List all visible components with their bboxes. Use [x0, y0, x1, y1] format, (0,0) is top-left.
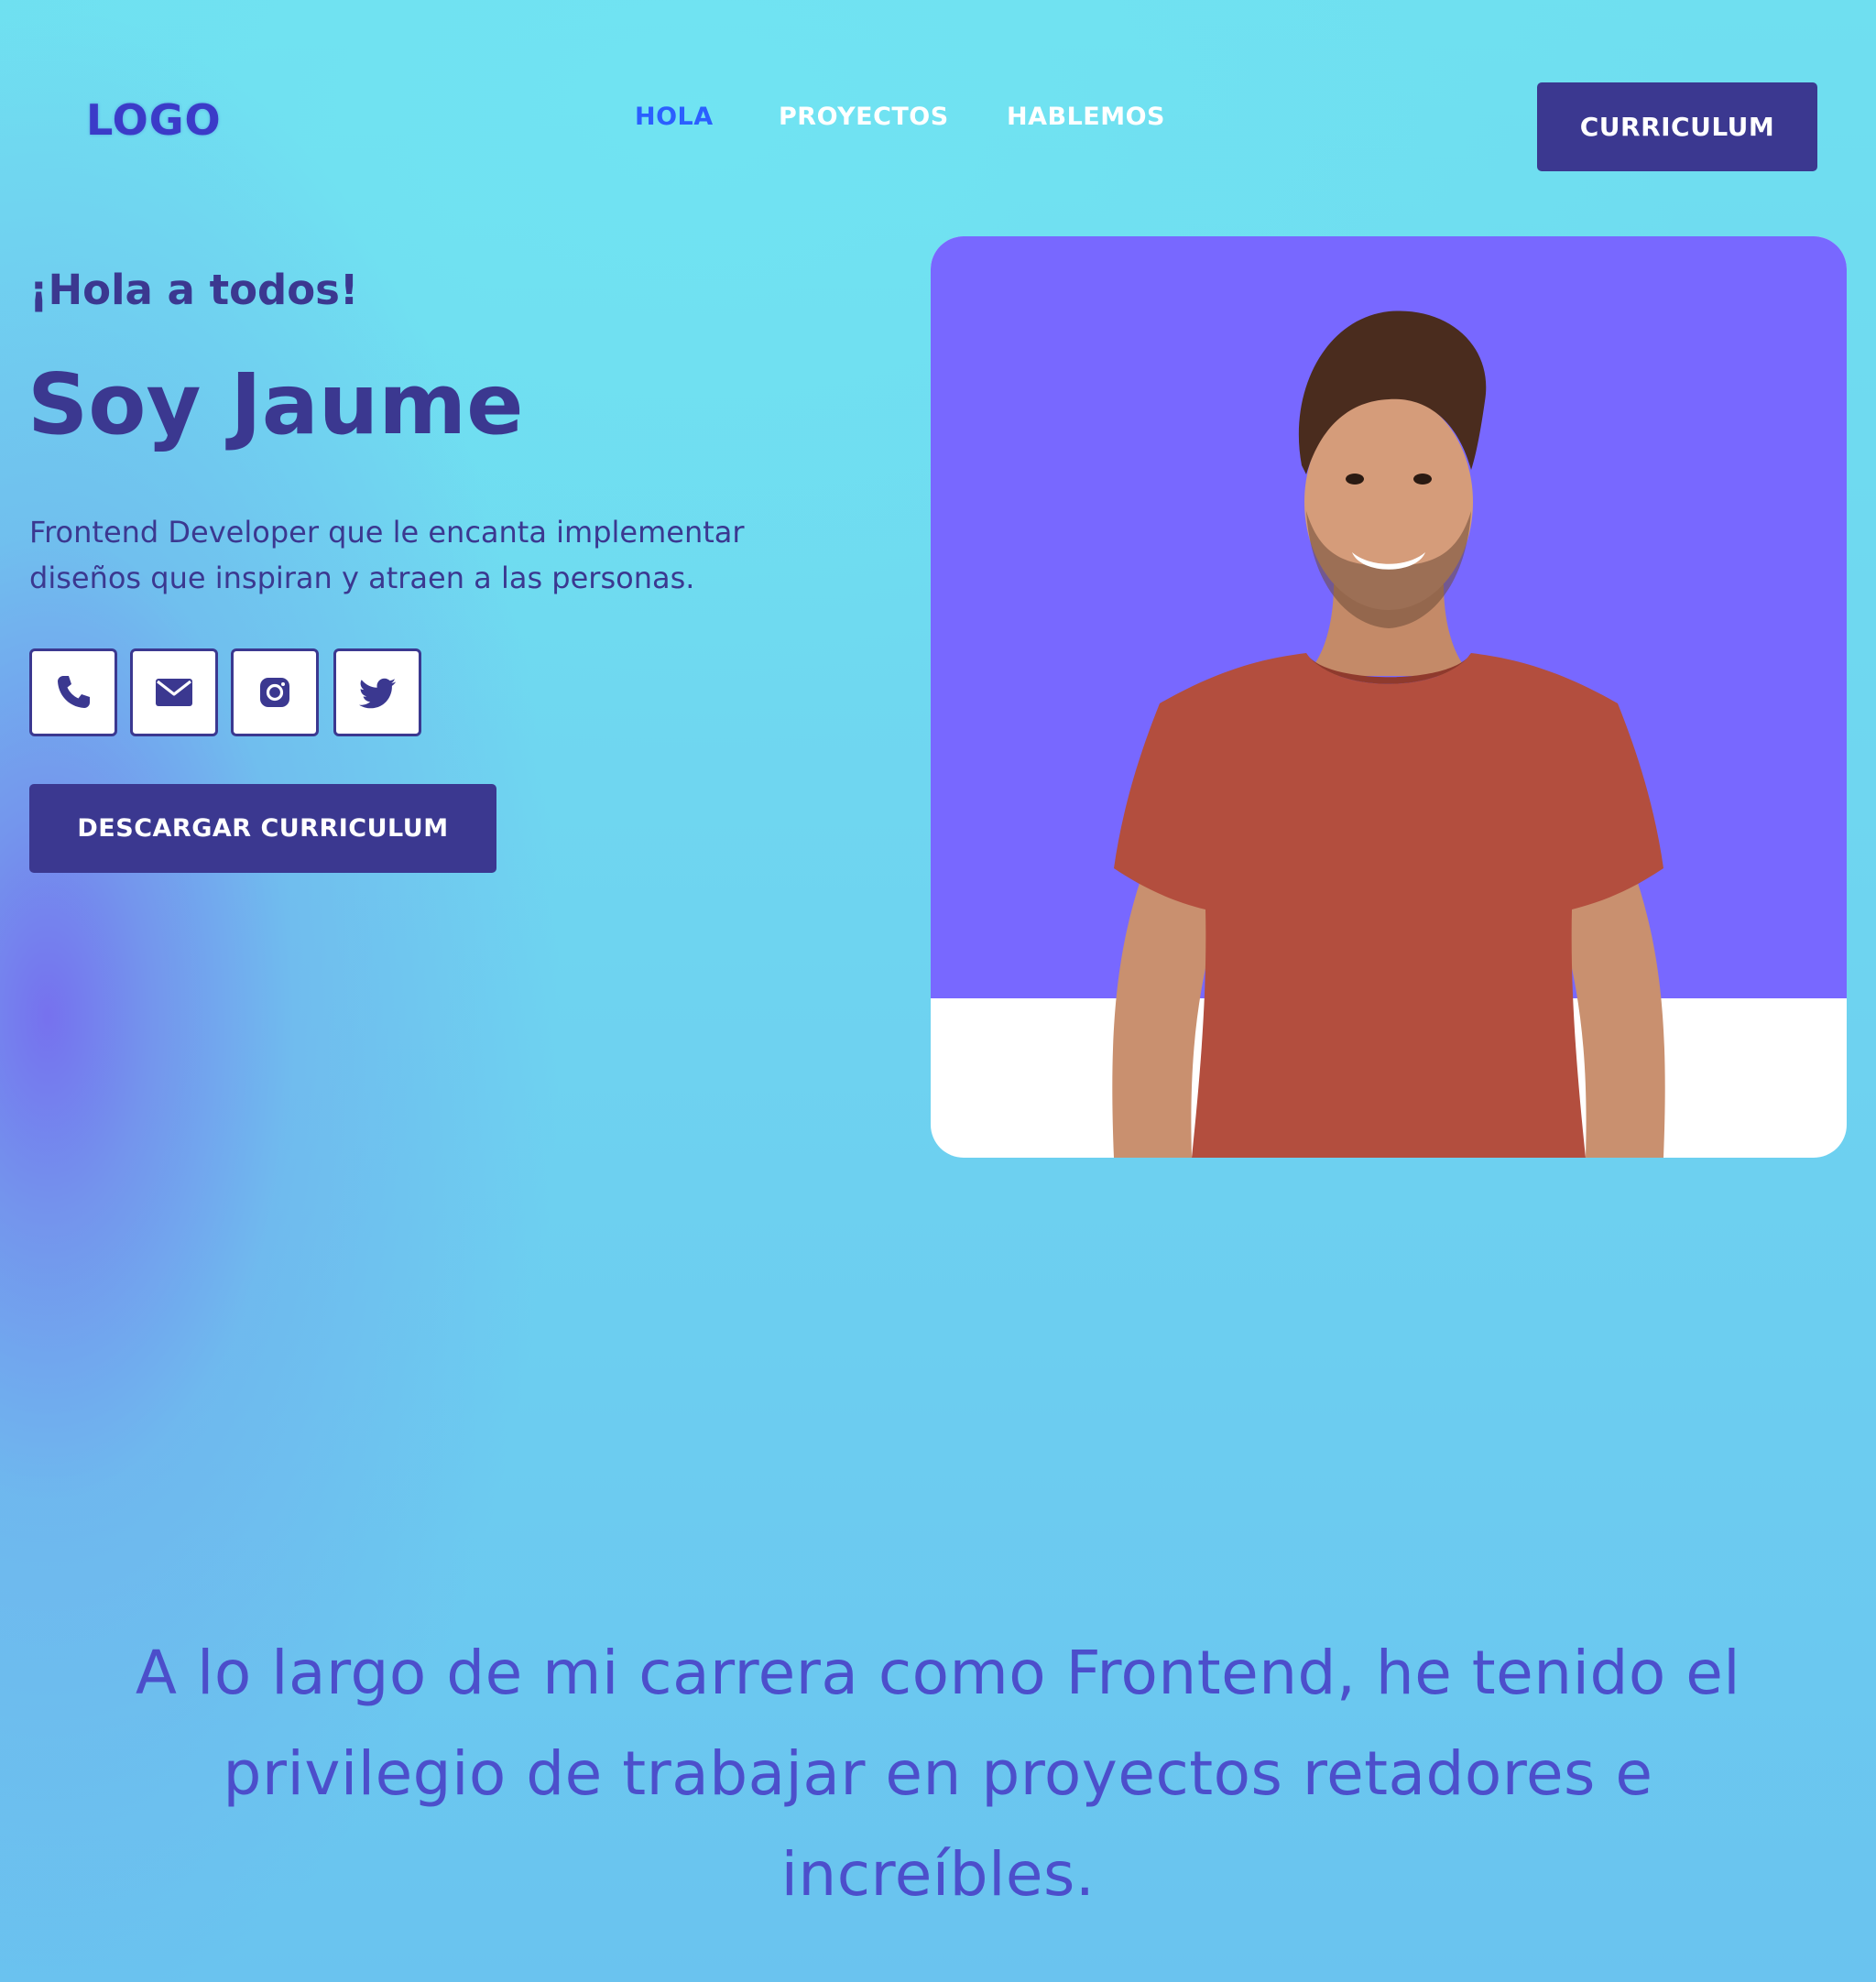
- twitter-icon: [359, 678, 396, 709]
- career-quote: A lo largo de mi carrera como Frontend, …: [135, 1638, 1741, 1910]
- nav-item-hablemos[interactable]: HABLEMOS: [1007, 103, 1165, 131]
- email-icon: [156, 679, 192, 706]
- person-illustration: [1112, 310, 1665, 1158]
- instagram-button[interactable]: [231, 648, 319, 736]
- curriculum-button[interactable]: CURRICULUM: [1537, 82, 1817, 171]
- logo[interactable]: LOGO: [86, 95, 222, 145]
- nav-item-proyectos[interactable]: PROYECTOS: [779, 103, 949, 131]
- hero-title: Soy Jaume: [27, 355, 524, 453]
- profile-photo: [931, 236, 1847, 1158]
- download-cv-button[interactable]: DESCARGAR CURRICULUM: [29, 784, 496, 873]
- phone-icon: [58, 676, 90, 708]
- phone-button[interactable]: [29, 648, 117, 736]
- nav-item-hola[interactable]: HOLA: [635, 103, 714, 131]
- hero-description: Frontend Developer que le encanta implem…: [29, 515, 745, 595]
- email-button[interactable]: [130, 648, 218, 736]
- instagram-icon: [260, 678, 289, 707]
- twitter-button[interactable]: [333, 648, 421, 736]
- hero-greeting: ¡Hola a todos!: [29, 266, 359, 314]
